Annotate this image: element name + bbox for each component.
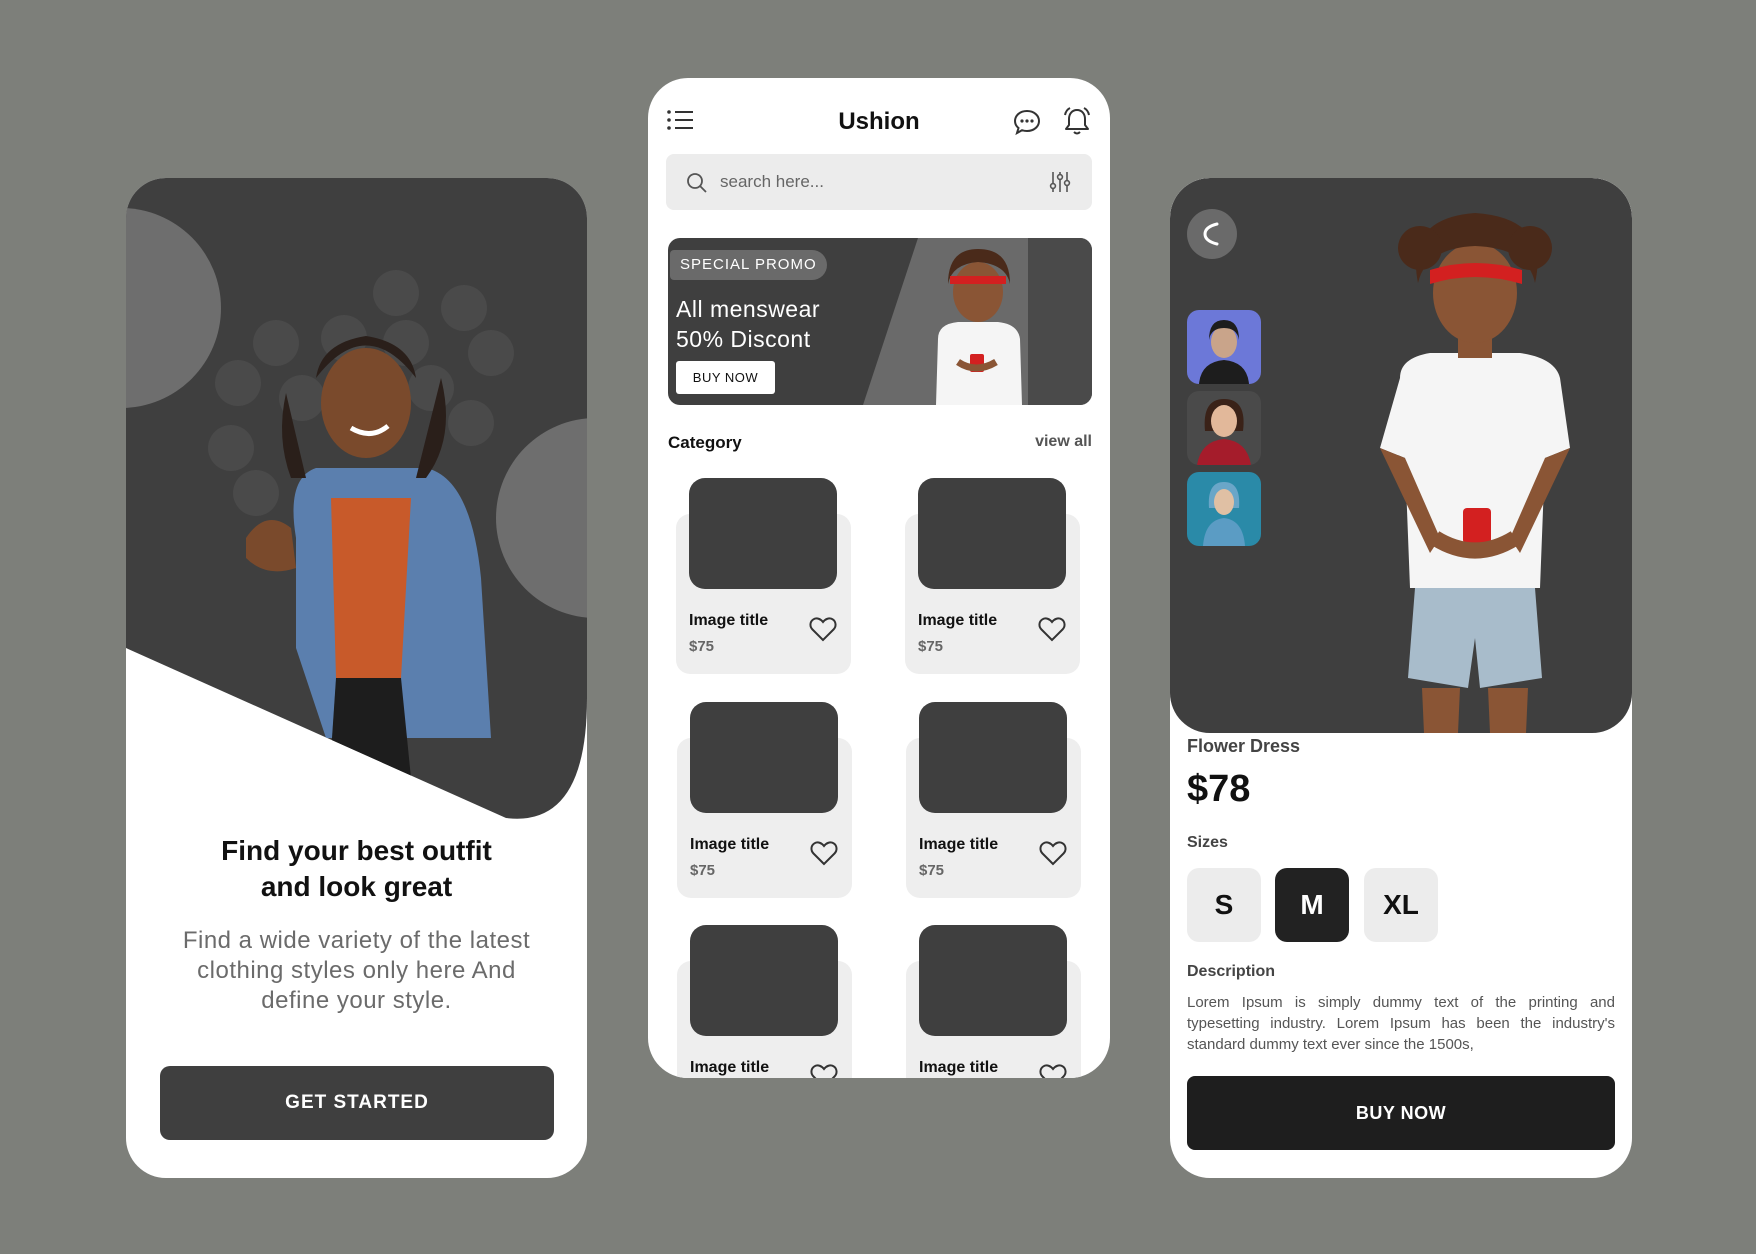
sizes-label: Sizes	[1187, 834, 1228, 851]
product-image-placeholder	[919, 702, 1067, 813]
description-text: Lorem Ipsum is simply dummy text of the …	[1187, 994, 1615, 1053]
bell-icon[interactable]	[1062, 106, 1092, 136]
promo-banner[interactable]: SPECIAL PROMO All menswear 50% Discont B…	[668, 238, 1092, 405]
category-label: Category	[668, 433, 742, 452]
heart-icon[interactable]	[810, 840, 838, 866]
promo-line1: All menswear	[676, 296, 821, 322]
product-card[interactable]: Image title $75	[905, 478, 1080, 678]
product-image-placeholder	[690, 925, 838, 1036]
product-image-placeholder	[918, 478, 1066, 589]
home-screen: Ushion search here... SPECIAL PROMO All …	[648, 78, 1110, 1078]
heart-icon[interactable]	[1039, 1063, 1067, 1078]
search-input[interactable]	[720, 166, 1020, 198]
home-header: Ushion	[648, 78, 1110, 156]
product-title: Image title	[918, 612, 998, 629]
view-all-link[interactable]: view all	[1035, 433, 1092, 451]
onboarding-title-line1: Find your best outfit	[221, 835, 492, 866]
product-hero	[1170, 178, 1632, 733]
thumbnail-image	[1187, 310, 1261, 384]
product-model-image	[1380, 213, 1570, 733]
product-card[interactable]: Image title	[677, 925, 852, 1078]
heart-icon[interactable]	[1038, 616, 1066, 642]
product-card[interactable]: Image title	[906, 925, 1081, 1078]
product-title: Image title	[919, 836, 999, 853]
product-image-placeholder	[689, 478, 837, 589]
size-option-xl[interactable]: XL	[1364, 868, 1438, 942]
product-name: Flower Dress	[1187, 736, 1301, 756]
product-detail-screen: Flower Dress $78 Sizes S M XL Descriptio…	[1170, 178, 1632, 1178]
promo-line2: 50% Discont	[676, 326, 811, 352]
promo-woman-image	[936, 249, 1022, 405]
product-card[interactable]: Image title $75	[906, 702, 1081, 902]
product-image-placeholder	[690, 702, 838, 813]
onboarding-hero-image	[126, 178, 587, 819]
back-button[interactable]	[1187, 209, 1237, 259]
size-option-s[interactable]: S	[1187, 868, 1261, 942]
search-bar	[666, 154, 1092, 210]
promo-buy-now-button[interactable]: BUY NOW	[676, 361, 775, 394]
product-price: $75	[918, 638, 944, 655]
product-card[interactable]: Image title $75	[676, 478, 851, 678]
buy-now-button[interactable]: BUY NOW	[1187, 1076, 1615, 1150]
thumbnail-1[interactable]	[1187, 310, 1261, 384]
back-arrow-icon	[1203, 222, 1219, 246]
onboarding-title: Find your best outfit and look great	[126, 833, 587, 905]
thumbnail-image	[1187, 472, 1261, 546]
description-label: Description	[1187, 963, 1276, 980]
onboarding-title-line2: and look great	[260, 871, 453, 902]
product-price: $75	[919, 862, 945, 879]
promo-badge: SPECIAL PROMO	[670, 250, 827, 280]
thumbnail-3[interactable]	[1187, 472, 1261, 546]
product-image-placeholder	[919, 925, 1067, 1036]
thumbnail-image	[1187, 391, 1261, 465]
product-title: Image title	[689, 612, 769, 629]
product-title: Image title	[690, 836, 770, 853]
heart-icon[interactable]	[1039, 840, 1067, 866]
search-icon	[687, 173, 707, 193]
product-grid: Image title $75 Image title $75 Image ti…	[648, 478, 1110, 1078]
onboarding-screen: Find your best outfit and look great Fin…	[126, 178, 587, 1178]
product-title: Image title	[690, 1059, 770, 1076]
thumbnail-2[interactable]	[1187, 391, 1261, 465]
product-price: $78	[1187, 768, 1251, 810]
product-price: $75	[689, 638, 715, 655]
size-option-m[interactable]: M	[1275, 868, 1349, 942]
heart-icon[interactable]	[810, 1063, 838, 1078]
onboarding-subtitle: Find a wide variety of the latest clothi…	[182, 927, 531, 1014]
product-price: $75	[690, 862, 716, 879]
heart-icon[interactable]	[809, 616, 837, 642]
product-title: Image title	[919, 1059, 999, 1076]
get-started-button[interactable]: GET STARTED	[160, 1066, 554, 1140]
promo-headline: All menswear 50% Discont	[676, 294, 876, 354]
product-card[interactable]: Image title $75	[677, 702, 852, 902]
chat-icon[interactable]	[1013, 108, 1041, 136]
filter-icon[interactable]	[1048, 170, 1072, 194]
